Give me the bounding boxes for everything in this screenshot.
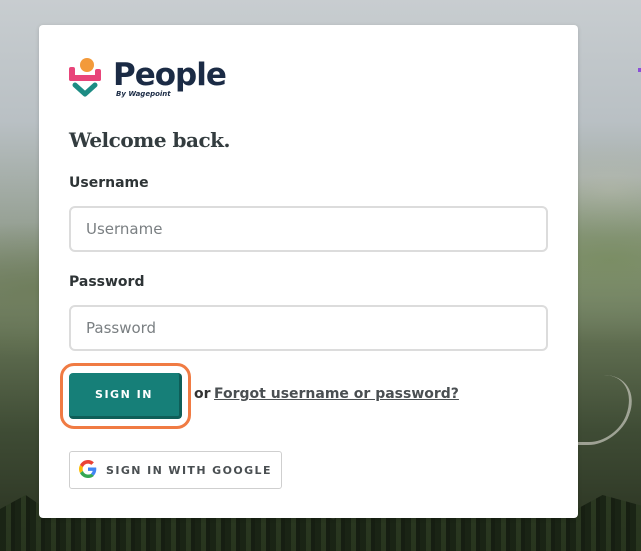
forgot-credentials-link[interactable]: Forgot username or password? [214, 386, 459, 402]
google-sign-in-button[interactable]: SIGN IN WITH GOOGLE [69, 451, 282, 489]
people-logo-icon [69, 58, 103, 98]
password-input[interactable] [69, 305, 548, 351]
username-label: Username [69, 175, 149, 191]
username-input[interactable] [69, 206, 548, 252]
google-sign-in-label: SIGN IN WITH GOOGLE [106, 463, 272, 477]
password-label: Password [69, 274, 145, 290]
page-title: Welcome back. [69, 128, 230, 152]
google-g-icon [79, 459, 97, 481]
sign-in-button[interactable]: SIGN IN [69, 373, 182, 419]
brand-name: People [113, 57, 227, 93]
sign-in-focus-ring: SIGN IN [60, 363, 191, 429]
or-text: or [194, 386, 211, 402]
brand-logo: People By Wagepoint [69, 57, 227, 98]
login-card: People By Wagepoint Welcome back. Userna… [39, 25, 578, 518]
